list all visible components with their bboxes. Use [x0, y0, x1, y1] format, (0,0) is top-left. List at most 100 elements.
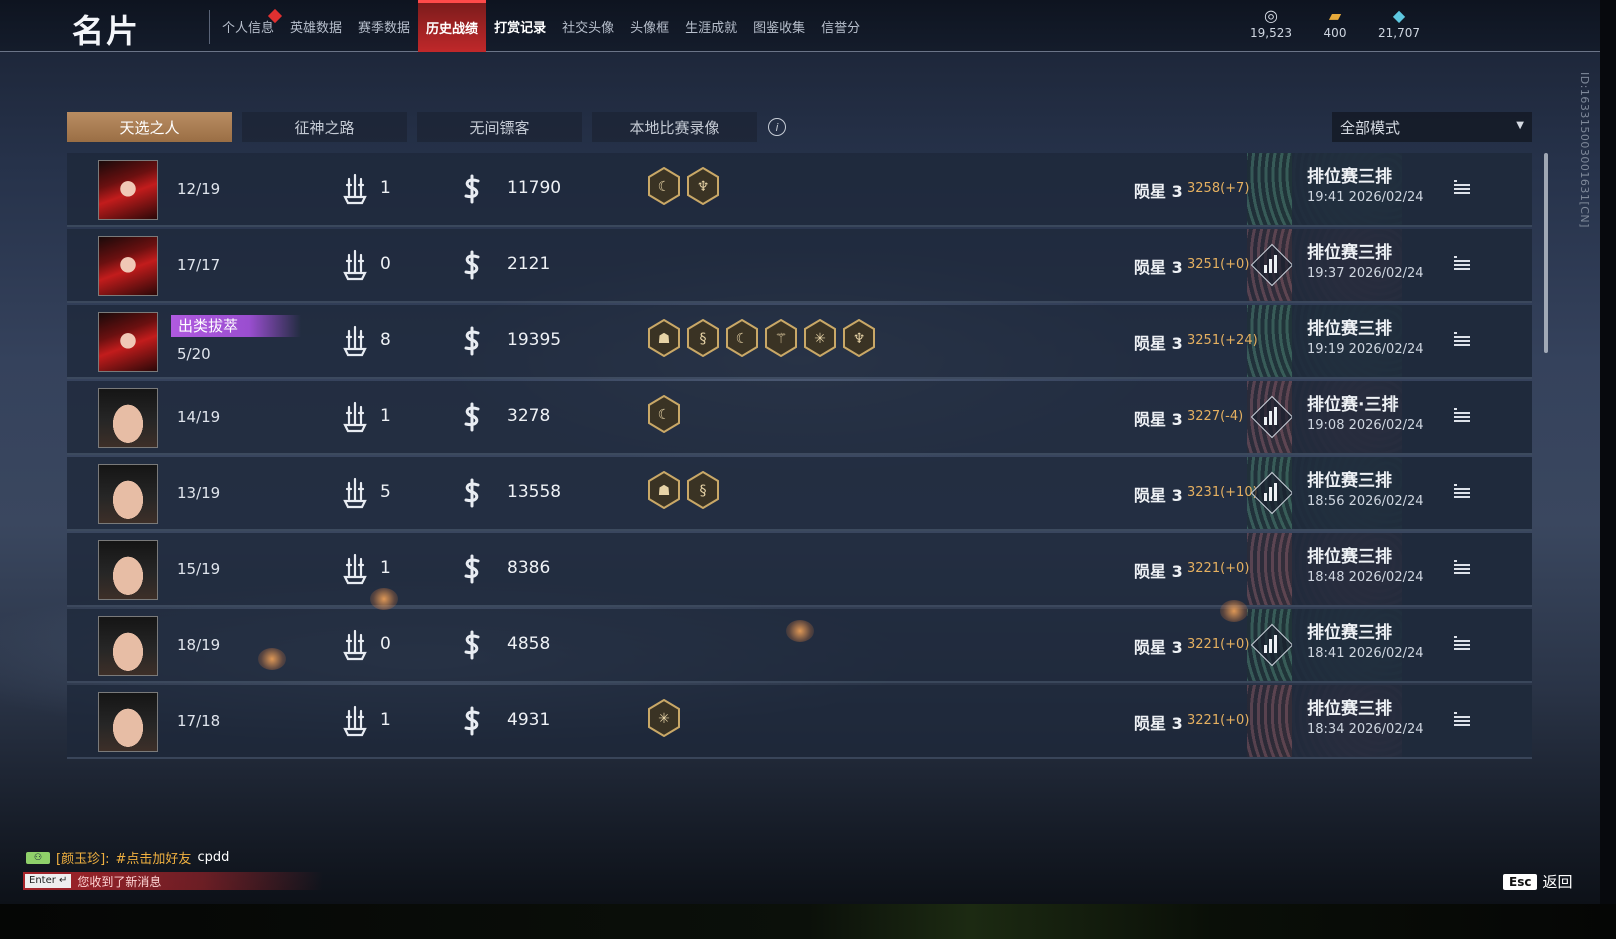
currency-item: ◎ 19,523	[1250, 6, 1292, 40]
menu-icon[interactable]	[1454, 712, 1470, 726]
match-row[interactable]: 13/19 5 13558 ☗ § 陨星 3 3231(+10) 排位赛三排 18:56 202…	[67, 457, 1532, 531]
wings-badge-icon[interactable]: ♆	[842, 319, 876, 357]
damage-value: 4931	[507, 710, 551, 730]
kills-icon	[342, 629, 368, 661]
match-info: 排位赛三排 18:34 2026/02/24	[1292, 685, 1532, 757]
dragon-badge-icon[interactable]: §	[686, 471, 720, 509]
mode-filter-value: 全部模式	[1340, 118, 1401, 137]
svg-text:✳: ✳	[658, 711, 670, 727]
rank-tier: 陨星 3	[1134, 714, 1183, 733]
lantern-glow	[258, 648, 286, 670]
coin-stack-icon: ◎	[1264, 6, 1278, 25]
player-avatar	[98, 540, 158, 600]
rank-tier: 陨星 3	[1134, 562, 1183, 581]
mode-tab-2[interactable]: 无间镖客	[417, 112, 582, 142]
nav-tab-6[interactable]: 头像框	[622, 0, 677, 52]
wings-badge-icon[interactable]: ♆	[686, 167, 720, 205]
placement: 14/19	[177, 408, 221, 426]
svg-text:☾: ☾	[736, 331, 749, 347]
title-divider	[209, 10, 210, 44]
bar-chart-icon	[1264, 255, 1280, 273]
nav-tab-9[interactable]: 信誉分	[813, 0, 868, 52]
demon-badge-icon[interactable]: ☗	[647, 319, 681, 357]
nav-tab-label: 头像框	[630, 20, 670, 36]
damage-icon	[462, 630, 482, 660]
trident-badge-icon[interactable]: ⚚	[764, 319, 798, 357]
cross-badge-icon[interactable]: ✳	[647, 699, 681, 737]
kills-icon	[342, 477, 368, 509]
match-time: 19:41 2026/02/24	[1307, 190, 1424, 205]
svg-text:☾: ☾	[658, 179, 671, 195]
kills-count: 1	[380, 558, 391, 578]
back-label: 返回	[1542, 873, 1573, 891]
crescent-badge-icon[interactable]: ☾	[725, 319, 759, 357]
back-button[interactable]: Esc 返回	[1503, 871, 1572, 892]
nav-tab-4[interactable]: 打赏记录	[486, 0, 554, 52]
mode-tab-3[interactable]: 本地比赛录像	[592, 112, 757, 142]
match-row[interactable]: 17/18 1 4931 ✳ 陨星 3 3221(+0) 排位赛三排 18:34 2026/0…	[67, 685, 1532, 759]
match-time: 18:34 2026/02/24	[1307, 722, 1424, 737]
match-row[interactable]: 15/19 1 8386 陨星 3 3221(+0) 排位赛三排 18:48 2026/02…	[67, 533, 1532, 607]
svg-text:☗: ☗	[658, 483, 671, 499]
svg-text:♆: ♆	[697, 179, 710, 195]
nav-tab-3[interactable]: 历史战绩	[418, 0, 487, 52]
match-row[interactable]: 17/17 0 2121 陨星 3 3251(+0) 排位赛三排 19:37 2026/02…	[67, 229, 1532, 303]
match-row[interactable]: 出类拔萃 5/20 8 19395 ☗ § ☾ ⚚ ✳ ♆ 陨星 3 3251(+24) 排位赛三排 19…	[67, 305, 1532, 379]
menu-icon[interactable]	[1454, 484, 1470, 498]
nav-tab-2[interactable]: 赛季数据	[350, 0, 418, 52]
menu-icon[interactable]	[1454, 332, 1470, 346]
kills-count: 0	[380, 254, 391, 274]
nav-tab-8[interactable]: 图鉴收集	[745, 0, 813, 52]
damage-icon	[462, 706, 482, 736]
player-avatar	[98, 616, 158, 676]
nav-tab-7[interactable]: 生涯成就	[677, 0, 745, 52]
rank-points: 3258(+7)	[1187, 181, 1250, 196]
mode-tabs: 天选之人 征神之路 无间镖客 本地比赛录像	[67, 112, 757, 142]
info-icon[interactable]: i	[768, 118, 786, 136]
menu-icon[interactable]	[1454, 256, 1470, 270]
kills-count: 1	[380, 406, 391, 426]
damage-value: 13558	[507, 482, 562, 502]
cross-badge-icon[interactable]: ✳	[803, 319, 837, 357]
new-message-notice[interactable]: Enter ↵ 您收到了新消息	[23, 872, 323, 890]
demon-badge-icon[interactable]: ☗	[647, 471, 681, 509]
chat-line[interactable]: ⚇ [颜玉珍]: #点击加好友 cpdd	[26, 848, 229, 867]
menu-icon[interactable]	[1454, 560, 1470, 574]
mode-tab-1[interactable]: 征神之路	[242, 112, 407, 142]
rank-tier: 陨星 3	[1134, 258, 1183, 277]
menu-icon[interactable]	[1454, 636, 1470, 650]
kills-icon	[342, 325, 368, 357]
kills-icon	[342, 173, 368, 205]
nav-tab-5[interactable]: 社交头像	[554, 0, 622, 52]
match-row[interactable]: 12/19 1 11790 ☾ ♆ 陨星 3 3258(+7) 排位赛三排 19:41 2026…	[67, 153, 1532, 227]
bar-chart-icon	[1264, 407, 1280, 425]
crescent-badge-icon[interactable]: ☾	[647, 395, 681, 433]
chat-channel-icon: ⚇	[26, 851, 50, 864]
dragon-badge-icon[interactable]: §	[686, 319, 720, 357]
player-avatar	[98, 464, 158, 524]
match-row[interactable]: 14/19 1 3278 ☾ 陨星 3 3227(-4) 排位赛·三排 19:08 2026/…	[67, 381, 1532, 455]
damage-value: 3278	[507, 406, 551, 426]
mode-filter-dropdown[interactable]: 全部模式 ▼	[1332, 112, 1532, 142]
rank-points: 3221(+0)	[1187, 713, 1250, 728]
bar-chart-icon	[1264, 635, 1280, 653]
notice-text: 您收到了新消息	[77, 874, 162, 889]
mode-tab-0[interactable]: 天选之人	[67, 112, 232, 142]
rank-points: 3221(+0)	[1187, 561, 1250, 576]
nav-tab-1[interactable]: 英雄数据	[282, 0, 350, 52]
nav-tab-0[interactable]: 个人信息	[214, 0, 283, 52]
damage-icon	[462, 326, 482, 356]
match-info: 排位赛三排 18:41 2026/02/24	[1292, 609, 1532, 681]
menu-icon[interactable]	[1454, 408, 1470, 422]
crescent-badge-icon[interactable]: ☾	[647, 167, 681, 205]
damage-value: 11790	[507, 178, 562, 198]
list-scrollbar[interactable]	[1544, 153, 1548, 353]
menu-icon[interactable]	[1454, 180, 1470, 194]
player-avatar	[98, 160, 158, 220]
match-time: 18:56 2026/02/24	[1307, 494, 1424, 509]
match-time: 18:41 2026/02/24	[1307, 646, 1424, 661]
achievement-badges: ☾	[647, 395, 681, 433]
add-friend-link[interactable]: #点击加好友	[116, 848, 192, 867]
lantern-glow	[1220, 600, 1248, 622]
esc-key-hint: Esc	[1503, 873, 1538, 890]
